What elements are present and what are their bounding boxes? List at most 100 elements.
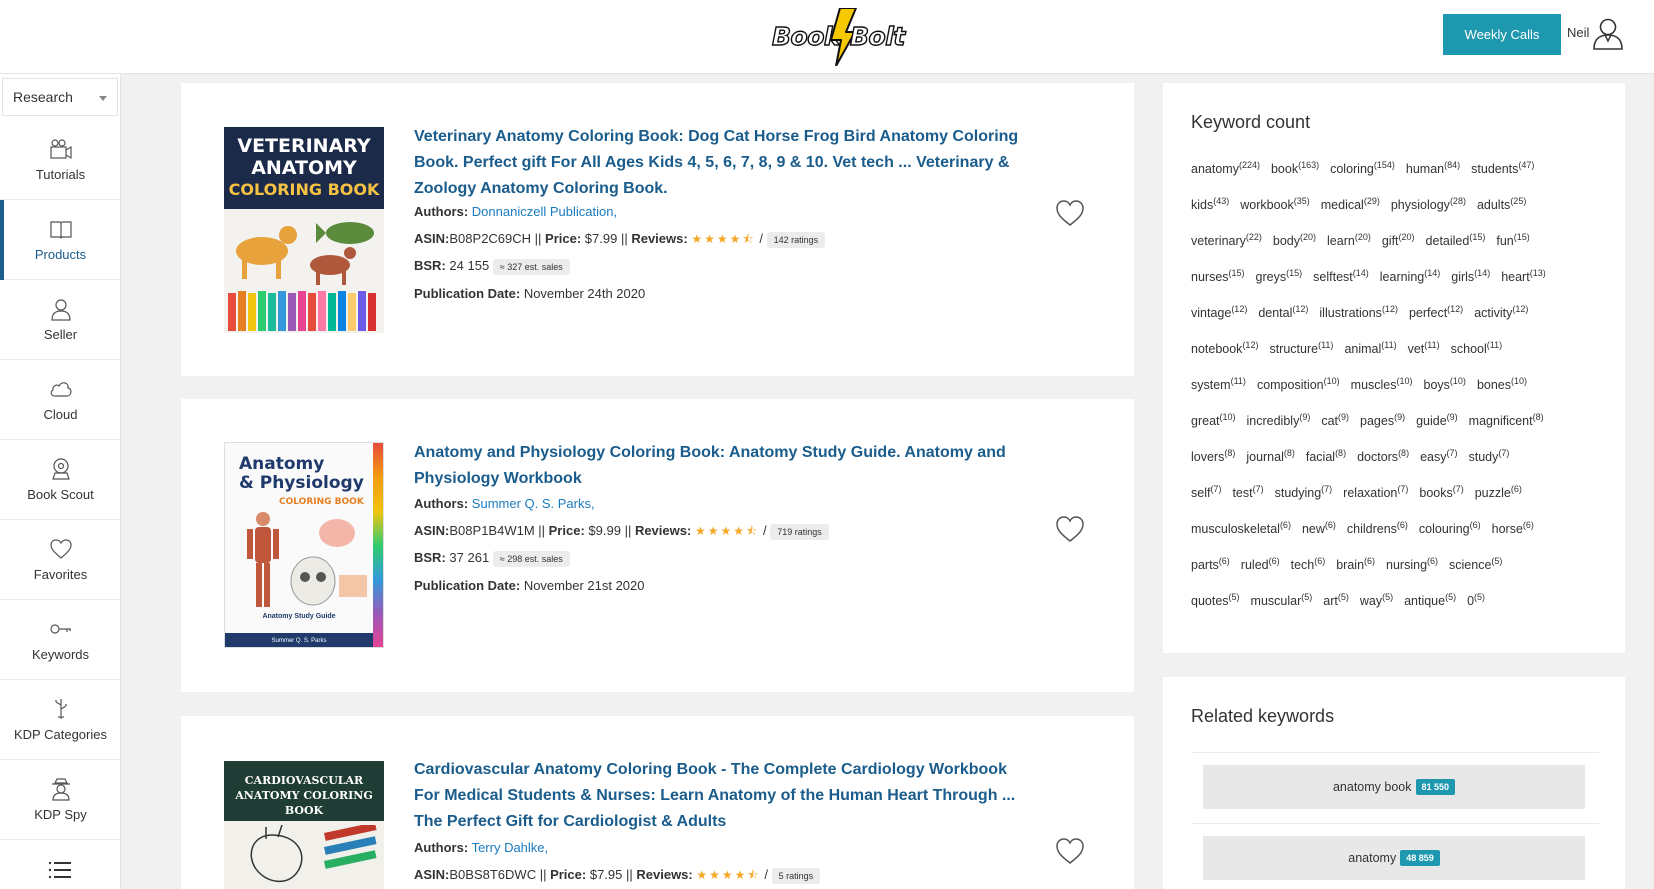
keyword-count-item[interactable]: colouring(6) xyxy=(1419,520,1481,536)
keyword-count-item[interactable]: musculoskeletal(6) xyxy=(1191,520,1291,536)
keyword-count-item[interactable]: 0(5) xyxy=(1467,592,1485,608)
favorite-heart-icon[interactable] xyxy=(1055,837,1085,865)
keyword-count-item[interactable]: learn(20) xyxy=(1327,232,1371,248)
user-avatar-icon[interactable] xyxy=(1592,16,1624,50)
keyword-count-item[interactable]: brain(6) xyxy=(1336,556,1375,572)
sidebar-item-book-scout[interactable]: Book Scout xyxy=(0,440,121,520)
keyword-count-item[interactable]: lovers(8) xyxy=(1191,448,1235,464)
keyword-count-item[interactable]: selftest(14) xyxy=(1313,268,1369,284)
keyword-count-item[interactable]: bones(10) xyxy=(1477,376,1527,392)
author-link[interactable]: Terry Dahlke, xyxy=(472,840,549,855)
keyword-count-item[interactable]: muscular(5) xyxy=(1251,592,1313,608)
sidebar-item-favorites[interactable]: Favorites xyxy=(0,520,121,600)
keyword-count-item[interactable]: physiology(28) xyxy=(1391,196,1466,212)
weekly-calls-button[interactable]: Weekly Calls xyxy=(1443,14,1561,55)
hamburger-menu-icon[interactable] xyxy=(48,860,72,880)
keyword-count-item[interactable]: perfect(12) xyxy=(1409,304,1463,320)
product-title-link[interactable]: Veterinary Anatomy Coloring Book: Dog Ca… xyxy=(414,124,1024,202)
keyword-count-item[interactable]: structure(11) xyxy=(1269,340,1333,356)
keyword-count-item[interactable]: dental(12) xyxy=(1258,304,1308,320)
book-cover-image[interactable]: Anatomy & Physiology COLORING BOOK Anato… xyxy=(224,442,384,648)
keyword-count-item[interactable]: fun(15) xyxy=(1496,232,1529,248)
keyword-count-item[interactable]: pages(9) xyxy=(1360,412,1405,428)
keyword-count-item[interactable]: journal(8) xyxy=(1246,448,1295,464)
keyword-count-item[interactable]: great(10) xyxy=(1191,412,1236,428)
keyword-count-item[interactable]: adults(25) xyxy=(1477,196,1526,212)
sidebar-item-kdp-spy[interactable]: KDP Spy xyxy=(0,760,121,840)
keyword-count-item[interactable]: kids(43) xyxy=(1191,196,1229,212)
keyword-count-item[interactable]: easy(7) xyxy=(1420,448,1457,464)
keyword-count-item[interactable]: childrens(6) xyxy=(1347,520,1408,536)
keyword-count-item[interactable]: doctors(8) xyxy=(1357,448,1409,464)
keyword-count-item[interactable]: tech(6) xyxy=(1291,556,1326,572)
keyword-count-item[interactable]: antique(5) xyxy=(1404,592,1456,608)
book-cover-image[interactable]: CARDIOVASCULAR ANATOMY COLORING BOOK xyxy=(224,761,384,889)
keyword-count-item[interactable]: relaxation(7) xyxy=(1343,484,1408,500)
sidebar-item-cloud[interactable]: Cloud xyxy=(0,360,121,440)
sidebar-item-tutorials[interactable]: Tutorials xyxy=(0,120,121,200)
keyword-count-item[interactable]: quotes(5) xyxy=(1191,592,1240,608)
keyword-count-item[interactable]: book(163) xyxy=(1271,160,1319,176)
product-title-link[interactable]: Anatomy and Physiology Coloring Book: An… xyxy=(414,440,1024,492)
product-title-link[interactable]: Cardiovascular Anatomy Coloring Book - T… xyxy=(414,757,1024,835)
keyword-count-item[interactable]: gift(20) xyxy=(1382,232,1415,248)
keyword-count-item[interactable]: guide(9) xyxy=(1416,412,1458,428)
sidebar-item-kdp-categories[interactable]: KDP Categories xyxy=(0,680,121,760)
keyword-count-item[interactable]: magnificent(8) xyxy=(1469,412,1544,428)
keyword-count-item[interactable]: vet(11) xyxy=(1408,340,1440,356)
user-name[interactable]: Neil xyxy=(1567,25,1589,40)
author-link[interactable]: Summer Q. S. Parks, xyxy=(472,496,595,511)
keyword-count-item[interactable]: body(20) xyxy=(1273,232,1316,248)
related-keyword-button[interactable]: anatomy book 81 550 xyxy=(1203,765,1585,809)
keyword-count-item[interactable]: science(5) xyxy=(1449,556,1502,572)
related-keyword-button[interactable]: anatomy 48 859 xyxy=(1203,836,1585,880)
keyword-count-item[interactable]: art(5) xyxy=(1323,592,1349,608)
keyword-count-item[interactable]: anatomy(224) xyxy=(1191,160,1260,176)
keyword-count-item[interactable]: girls(14) xyxy=(1451,268,1490,284)
keyword-count-item[interactable]: school(11) xyxy=(1451,340,1502,356)
keyword-count-item[interactable]: system(11) xyxy=(1191,376,1246,392)
sidebar-item-seller[interactable]: Seller xyxy=(0,280,121,360)
keyword-count-item[interactable]: nurses(15) xyxy=(1191,268,1245,284)
keyword-count-item[interactable]: coloring(154) xyxy=(1330,160,1395,176)
favorite-heart-icon[interactable] xyxy=(1055,515,1085,543)
keyword-count-item[interactable]: animal(11) xyxy=(1344,340,1396,356)
keyword-count-item[interactable]: horse(6) xyxy=(1492,520,1534,536)
sidebar-item-keywords[interactable]: Keywords xyxy=(0,600,121,680)
keyword-count-item[interactable]: notebook(12) xyxy=(1191,340,1258,356)
keyword-count-item[interactable]: greys(15) xyxy=(1256,268,1303,284)
keyword-count-item[interactable]: learning(14) xyxy=(1380,268,1441,284)
bookbolt-logo[interactable]: Book Bolt xyxy=(770,8,916,66)
keyword-count-item[interactable]: cat(9) xyxy=(1321,412,1349,428)
favorite-heart-icon[interactable] xyxy=(1055,199,1085,227)
keyword-count-item[interactable]: facial(8) xyxy=(1306,448,1346,464)
keyword-count-item[interactable]: detailed(15) xyxy=(1426,232,1486,248)
book-cover-image[interactable]: VETERINARY ANATOMY COLORING BOOK xyxy=(224,127,384,333)
keyword-count-item[interactable]: study(7) xyxy=(1468,448,1509,464)
keyword-count-item[interactable]: illustrations(12) xyxy=(1319,304,1398,320)
sidebar-item-products[interactable]: Products xyxy=(0,200,121,280)
keyword-count-item[interactable]: muscles(10) xyxy=(1351,376,1413,392)
keyword-count-item[interactable]: studying(7) xyxy=(1275,484,1333,500)
keyword-count-item[interactable]: heart(13) xyxy=(1501,268,1546,284)
keyword-count-item[interactable]: puzzle(6) xyxy=(1475,484,1522,500)
keyword-count-item[interactable]: vintage(12) xyxy=(1191,304,1247,320)
author-link[interactable]: Donnaniczell Publication, xyxy=(472,204,617,219)
keyword-count-item[interactable]: veterinary(22) xyxy=(1191,232,1262,248)
keyword-count-item[interactable]: human(84) xyxy=(1406,160,1460,176)
keyword-count-item[interactable]: activity(12) xyxy=(1474,304,1528,320)
keyword-count-item[interactable]: books(7) xyxy=(1419,484,1463,500)
keyword-count-item[interactable]: new(6) xyxy=(1302,520,1336,536)
keyword-count-item[interactable]: medical(29) xyxy=(1321,196,1380,212)
keyword-count-item[interactable]: composition(10) xyxy=(1257,376,1340,392)
keyword-count-item[interactable]: workbook(35) xyxy=(1240,196,1310,212)
keyword-count-item[interactable]: ruled(6) xyxy=(1241,556,1280,572)
keyword-count-item[interactable]: way(5) xyxy=(1360,592,1393,608)
keyword-count-item[interactable]: incredibly(9) xyxy=(1247,412,1311,428)
keyword-count-item[interactable]: students(47) xyxy=(1471,160,1534,176)
keyword-count-item[interactable]: self(7) xyxy=(1191,484,1221,500)
keyword-count-item[interactable]: boys(10) xyxy=(1424,376,1466,392)
keyword-count-item[interactable]: parts(6) xyxy=(1191,556,1230,572)
research-dropdown[interactable]: Research xyxy=(2,78,118,116)
keyword-count-item[interactable]: nursing(6) xyxy=(1386,556,1438,572)
